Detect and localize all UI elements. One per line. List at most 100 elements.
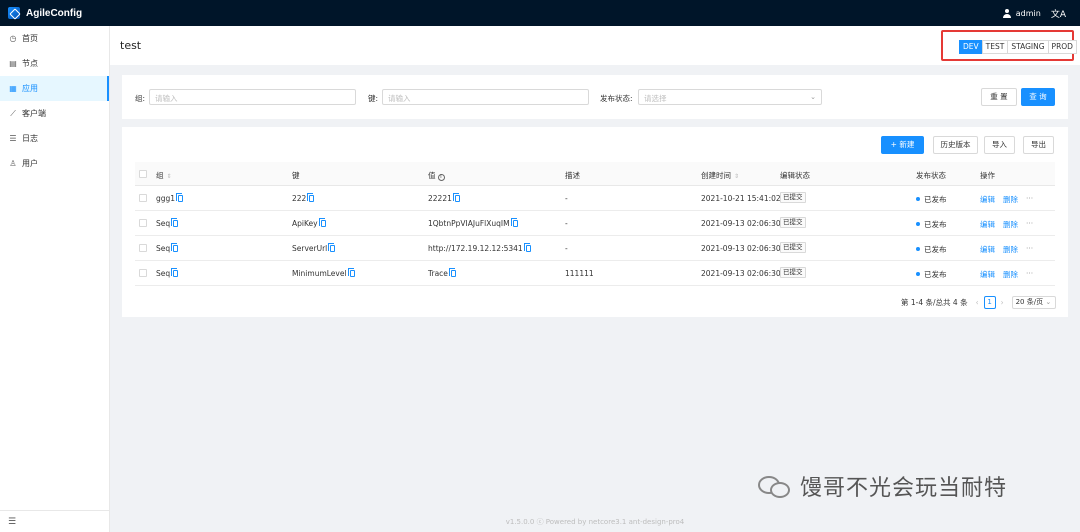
row-checkbox[interactable] [139, 269, 147, 277]
copy-icon[interactable] [176, 193, 184, 202]
status-dot-icon [916, 197, 920, 201]
column-edit-status: 编辑状态 [780, 171, 810, 180]
copy-icon[interactable] [171, 268, 179, 277]
env-staging-button[interactable]: STAGING [1007, 40, 1049, 54]
more-icon[interactable]: ··· [1026, 244, 1033, 253]
cell-created: 2021-09-13 02:06:30 [701, 269, 781, 278]
column-group[interactable]: 组 ⇕ [156, 170, 172, 181]
status-select[interactable]: 请选择 ⌄ [638, 89, 822, 105]
import-button[interactable]: 导入 [984, 136, 1015, 154]
more-icon[interactable]: ··· [1026, 269, 1033, 278]
copy-icon[interactable] [318, 218, 326, 227]
top-bar: AgileConfig admin 文A [0, 0, 1080, 26]
page-header: test DEV TEST STAGING PROD [110, 26, 1080, 65]
user-menu[interactable]: admin [1003, 8, 1041, 18]
publish-status: 已发布 [916, 219, 947, 230]
cell-key: ServerUrl [292, 243, 336, 253]
copy-icon[interactable] [448, 268, 456, 277]
app-logo-icon[interactable] [8, 7, 20, 19]
user-icon: ♙ [9, 159, 17, 168]
row-checkbox[interactable] [139, 244, 147, 252]
user-avatar-icon [1003, 8, 1012, 18]
sidebar-collapse-button[interactable]: ☰ [0, 510, 109, 532]
cell-description: 111111 [565, 269, 594, 278]
row-checkbox[interactable] [139, 219, 147, 227]
pagination-summary: 第 1-4 条/总共 4 条 [901, 298, 968, 307]
edit-link[interactable]: 编辑 [980, 244, 995, 255]
cell-description: - [565, 219, 568, 228]
key-input[interactable]: 请输入 [382, 89, 589, 105]
cell-group: Seq [156, 218, 179, 228]
language-icon[interactable]: 文A [1051, 7, 1066, 20]
sidebar-item-apps[interactable]: ▦ 应用 [0, 76, 109, 101]
sort-icon: ⇕ [734, 173, 740, 180]
delete-link[interactable]: 删除 [1003, 269, 1018, 280]
table-row: Seq ApiKey 1QbtnPpVIAJuFlXuqIM - 2021-09… [135, 211, 1055, 236]
more-icon[interactable]: ··· [1026, 194, 1033, 203]
delete-link[interactable]: 删除 [1003, 219, 1018, 230]
cell-created: 2021-09-13 02:06:30 [701, 244, 781, 253]
column-key: 键 [292, 171, 300, 180]
delete-link[interactable]: 删除 [1003, 244, 1018, 255]
status-dot-icon [916, 272, 920, 276]
sidebar-item-clients[interactable]: ⟋ 客户端 [0, 101, 109, 126]
app-title[interactable]: AgileConfig [26, 8, 82, 19]
wechat-icon [758, 472, 792, 500]
edit-link[interactable]: 编辑 [980, 219, 995, 230]
next-page-icon[interactable]: › [1001, 298, 1004, 307]
cell-group: Seq [156, 243, 179, 253]
edit-link[interactable]: 编辑 [980, 194, 995, 205]
copy-icon[interactable] [452, 193, 460, 202]
page-1-button[interactable]: 1 [983, 296, 996, 309]
group-input[interactable]: 请输入 [149, 89, 356, 105]
sidebar-item-logs[interactable]: ☰ 日志 [0, 126, 109, 151]
copy-icon[interactable] [171, 218, 179, 227]
table-row: Seq MinimumLevel Trace 111111 2021-09-13… [135, 261, 1055, 286]
env-switcher: DEV TEST STAGING PROD [959, 40, 1077, 54]
chevron-down-icon: ⌄ [1045, 298, 1052, 306]
copy-icon[interactable] [523, 243, 531, 252]
copy-icon[interactable] [328, 243, 336, 252]
prev-page-icon[interactable]: ‹ [976, 298, 979, 307]
more-icon[interactable]: ··· [1026, 219, 1033, 228]
column-created[interactable]: 创建时间 ⇕ [701, 170, 739, 181]
edit-status-tag: 已提交 [780, 242, 806, 253]
new-button[interactable]: + 新建 [881, 136, 924, 154]
query-button[interactable]: 查 询 [1021, 88, 1055, 106]
cell-group: Seq [156, 268, 179, 278]
select-all-checkbox[interactable] [139, 170, 147, 178]
sidebar-item-label: 应用 [22, 84, 38, 93]
column-actions: 操作 [980, 171, 995, 180]
env-dev-button[interactable]: DEV [959, 40, 983, 54]
cell-description: - [565, 194, 568, 203]
sidebar-item-home[interactable]: ◷ 首页 [0, 26, 109, 51]
column-description: 描述 [565, 171, 580, 180]
delete-link[interactable]: 删除 [1003, 194, 1018, 205]
history-button[interactable]: 历史版本 [933, 136, 978, 154]
app-icon: ▦ [9, 84, 17, 93]
row-checkbox[interactable] [139, 194, 147, 202]
reset-button[interactable]: 重 置 [981, 88, 1017, 106]
copy-icon[interactable] [171, 243, 179, 252]
copy-icon[interactable] [510, 218, 518, 227]
sidebar-item-nodes[interactable]: ▤ 节点 [0, 51, 109, 76]
pagination: 第 1-4 条/总共 4 条 ‹ 1 › 20 条/页 ⌄ [901, 296, 1056, 309]
client-icon: ⟋ [10, 108, 16, 118]
edit-link[interactable]: 编辑 [980, 269, 995, 280]
cell-created: 2021-10-21 15:41:02 [701, 194, 781, 203]
group-input-placeholder: 请输入 [155, 94, 178, 103]
sidebar-item-users[interactable]: ♙ 用户 [0, 151, 109, 176]
column-publish-status: 发布状态 [916, 171, 946, 180]
page-size-select[interactable]: 20 条/页 ⌄ [1011, 296, 1056, 309]
env-test-button[interactable]: TEST [981, 40, 1009, 54]
sidebar-item-label: 首页 [22, 34, 38, 43]
cell-created: 2021-09-13 02:06:30 [701, 219, 781, 228]
key-input-placeholder: 请输入 [388, 94, 411, 103]
copy-icon[interactable] [307, 193, 315, 202]
copy-icon[interactable] [347, 268, 355, 277]
export-button[interactable]: 导出 [1023, 136, 1054, 154]
edit-status-tag: 已提交 [780, 217, 806, 228]
cell-value: 22221 [428, 193, 460, 203]
env-prod-button[interactable]: PROD [1047, 40, 1077, 54]
table-row: Seq ServerUrl http://172.19.12.12:5341 -… [135, 236, 1055, 261]
